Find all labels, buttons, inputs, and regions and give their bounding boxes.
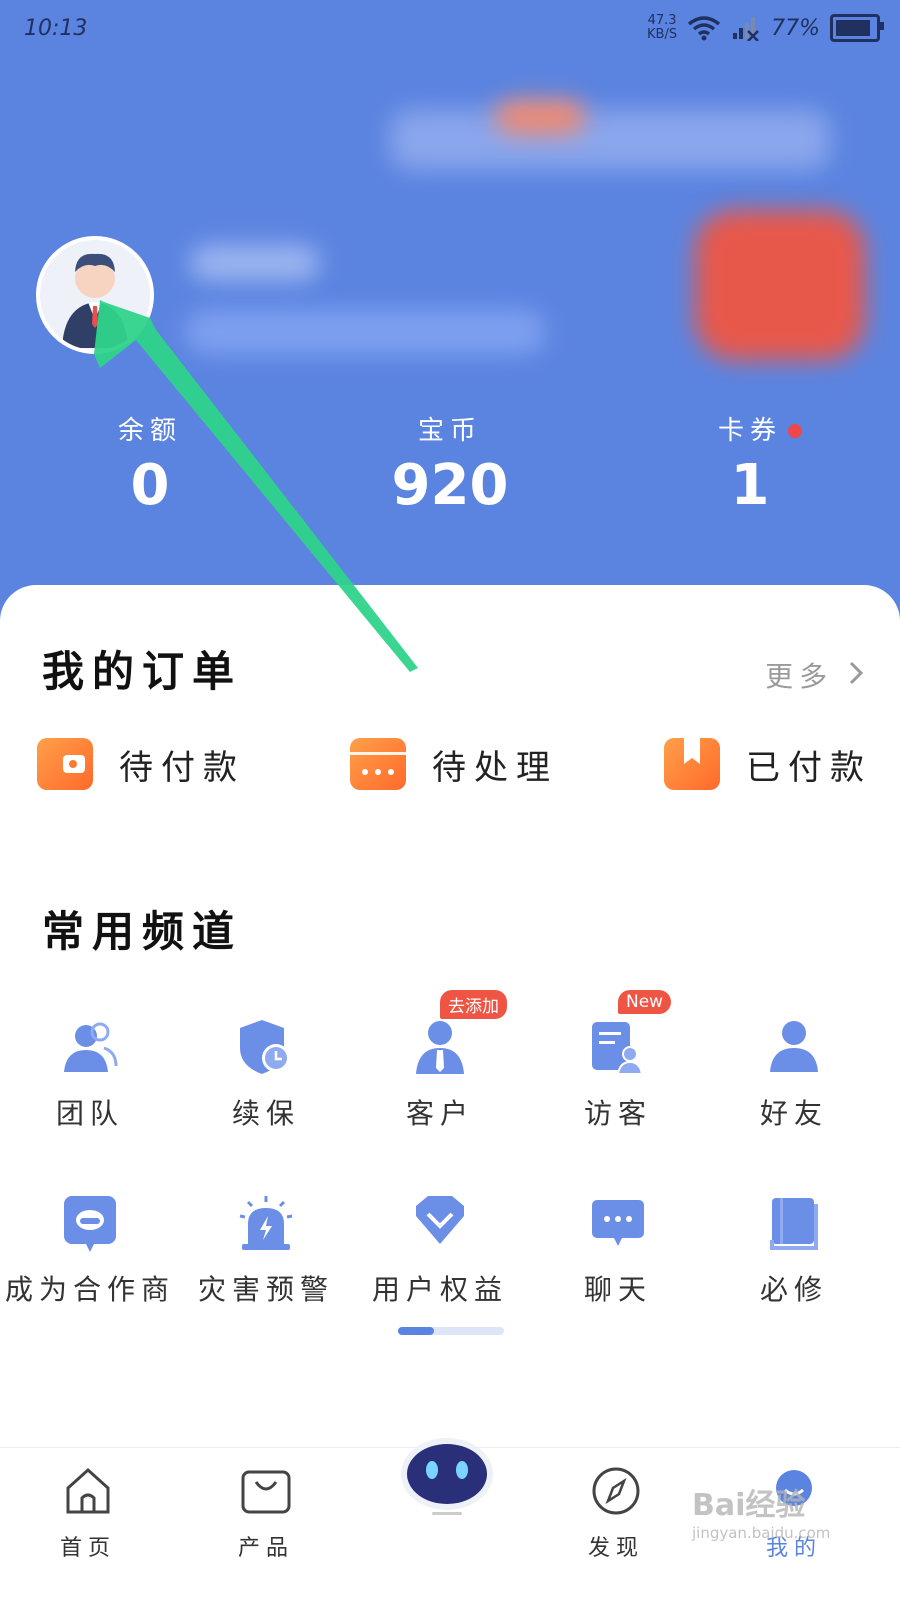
annotation-arrow	[94, 300, 418, 672]
bag-icon	[241, 1470, 291, 1514]
tab-robot-assistant[interactable]	[396, 1432, 498, 1520]
tab-products[interactable]: 产品	[206, 1466, 326, 1562]
watermark-url: jingyan.baidu.com	[692, 1524, 831, 1542]
tab-label: 产品	[237, 1536, 294, 1561]
tab-label: 发现	[587, 1536, 644, 1561]
tab-label: 首页	[59, 1536, 116, 1561]
robot-icon	[401, 1438, 493, 1515]
compass-icon	[592, 1467, 640, 1515]
watermark: Bai经验 jingyan.baidu.com	[692, 1480, 830, 1542]
watermark-brand: Bai经验	[692, 1488, 806, 1523]
tab-home[interactable]: 首页	[28, 1466, 148, 1562]
tab-discover[interactable]: 发现	[556, 1466, 676, 1562]
home-icon	[66, 1467, 110, 1514]
